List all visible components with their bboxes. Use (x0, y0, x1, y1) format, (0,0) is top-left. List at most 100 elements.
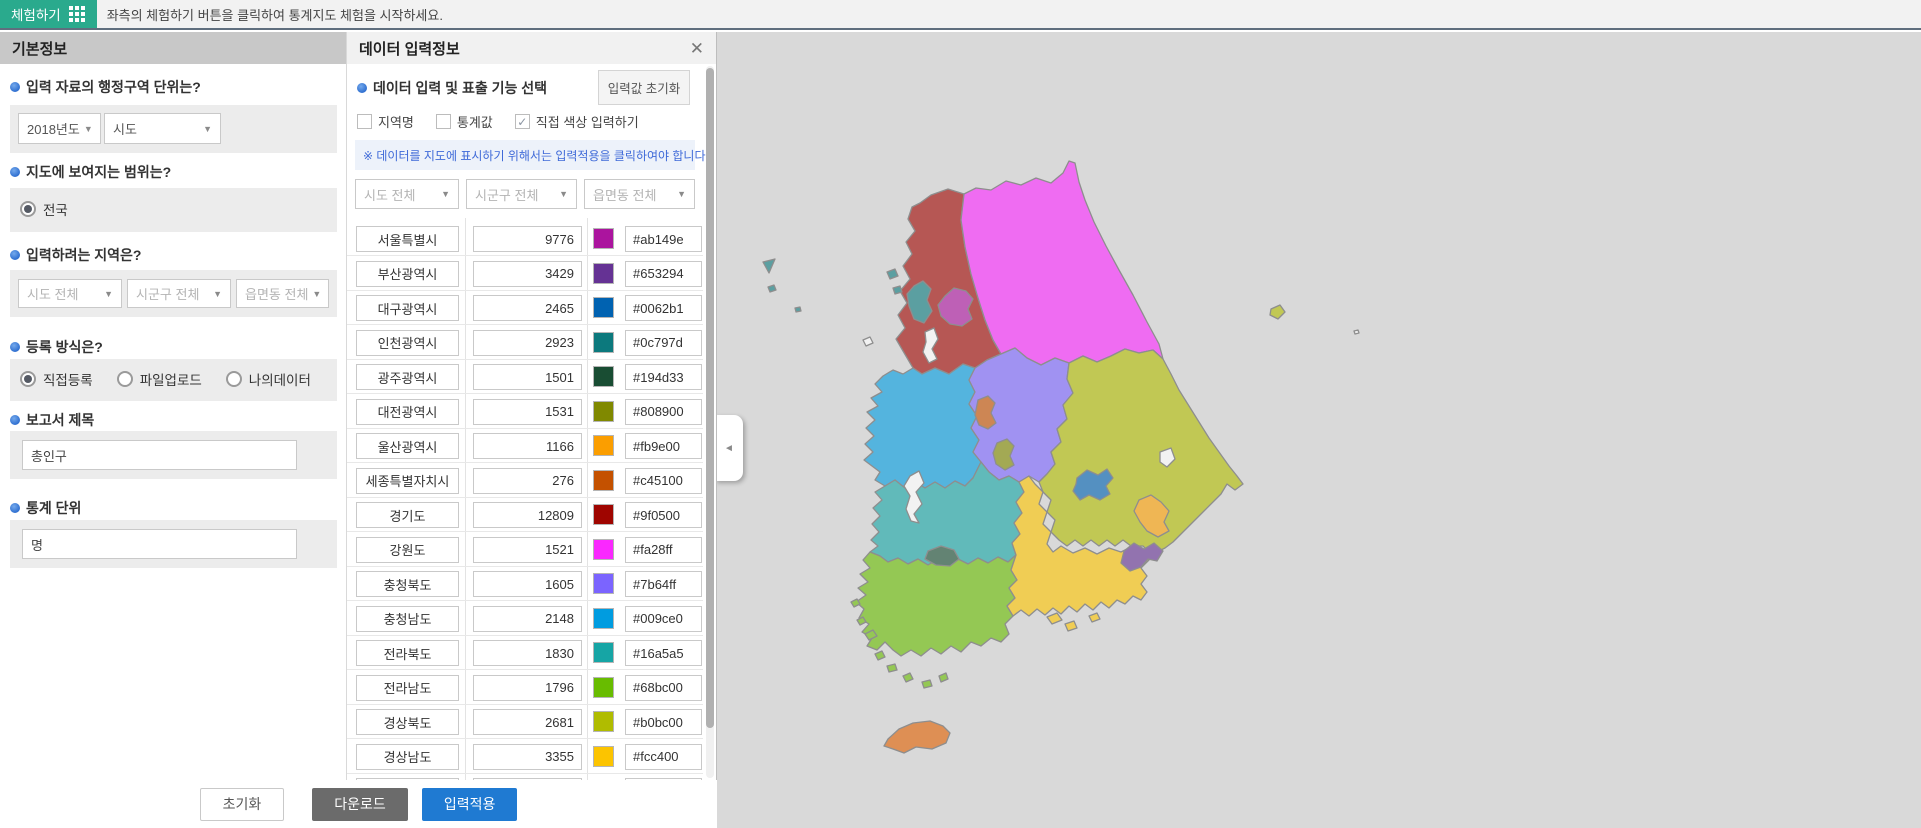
map-region-busan[interactable] (1121, 543, 1163, 571)
region-value-input[interactable]: 2148 (473, 606, 582, 632)
region-value-input[interactable]: 1166 (473, 433, 582, 459)
report-title-input[interactable]: 총인구 (22, 440, 297, 470)
color-hex-input[interactable]: #ab149e (625, 226, 702, 252)
filter-eupmyeondong-select[interactable]: 읍면동 전체▼ (584, 179, 695, 209)
region-value-input[interactable]: 1796 (473, 675, 582, 701)
region-name-input[interactable]: 경기도 (356, 502, 459, 528)
panel-scrollbar[interactable] (706, 66, 714, 778)
map-region-ulleungdo[interactable] (1270, 305, 1285, 319)
region-value-input[interactable]: 2465 (473, 295, 582, 321)
region-name-input[interactable]: 부산광역시 (356, 261, 459, 287)
apply-button[interactable]: 입력적용 (422, 788, 518, 821)
admin-level-select[interactable]: 시도▼ (104, 113, 221, 144)
color-hex-input[interactable]: #fcc400 (625, 744, 702, 770)
region-value-input[interactable]: 1531 (473, 399, 582, 425)
color-swatch[interactable] (593, 573, 614, 594)
radio-register-option[interactable]: 나의데이터 (226, 369, 311, 389)
region-value-input[interactable]: 3355 (473, 744, 582, 770)
region-name-input[interactable]: 울산광역시 (356, 433, 459, 459)
reset-button[interactable]: 초기화 (200, 788, 285, 821)
eupmyeondong-select[interactable]: 읍면동 전체▼ (236, 279, 329, 308)
map-region-incheon-island[interactable] (768, 285, 776, 292)
radio-nationwide[interactable]: 전국 (20, 199, 68, 219)
map-region-incheon-island[interactable] (795, 307, 801, 312)
region-value-input[interactable]: 3429 (473, 261, 582, 287)
color-hex-input[interactable]: #c45100 (625, 468, 702, 494)
map-region-gyeongnam-island[interactable] (1047, 613, 1062, 624)
region-name-input[interactable]: 경상남도 (356, 744, 459, 770)
map-region-jeonnam-island[interactable] (875, 651, 885, 660)
map-region-gangwon[interactable] (961, 161, 1163, 365)
color-hex-input[interactable]: #194d33 (625, 364, 702, 390)
map-region-chungnam[interactable] (864, 364, 981, 488)
filter-sido-select[interactable]: 시도 전체▼ (355, 179, 459, 209)
color-hex-input[interactable]: #68bc00 (625, 675, 702, 701)
color-swatch[interactable] (593, 504, 614, 525)
sido-select[interactable]: 시도 전체▼ (18, 279, 122, 308)
korea-map[interactable] (717, 32, 1921, 828)
color-hex-input[interactable]: #fb9e00 (625, 433, 702, 459)
region-value-input[interactable]: 1501 (473, 364, 582, 390)
radio-register-option[interactable]: 직접등록 (20, 369, 93, 389)
region-name-input[interactable]: 강원도 (356, 537, 459, 563)
region-name-input[interactable]: 대구광역시 (356, 295, 459, 321)
region-value-input[interactable]: 1605 (473, 571, 582, 597)
region-value-input[interactable]: 276 (473, 468, 582, 494)
color-swatch[interactable] (593, 711, 614, 732)
color-hex-input[interactable]: #fa28ff (625, 537, 702, 563)
region-name-input[interactable]: 세종특별자치시 (356, 468, 459, 494)
year-select[interactable]: 2018년도▼ (18, 113, 101, 144)
reset-inputs-button[interactable]: 입력값 초기화 (598, 70, 690, 105)
map-region-jeonnam-island[interactable] (939, 673, 948, 682)
map-region-dokdo[interactable] (1354, 330, 1359, 334)
color-swatch[interactable] (593, 401, 614, 422)
color-swatch[interactable] (593, 332, 614, 353)
map-region-jeonnam-island[interactable] (922, 680, 932, 688)
region-name-input[interactable]: 전라남도 (356, 675, 459, 701)
checkbox-unchecked[interactable]: ✓통계값 (436, 112, 493, 131)
filter-sigungu-select[interactable]: 시군구 전체▼ (466, 179, 577, 209)
map-region-jeonnam-island[interactable] (903, 673, 913, 682)
color-hex-input[interactable]: #16a5a5 (625, 640, 702, 666)
color-swatch[interactable] (593, 435, 614, 456)
panel-collapse-handle[interactable]: ◄ (717, 415, 743, 481)
region-name-input[interactable]: 충청북도 (356, 571, 459, 597)
map-region-jeonnam-island[interactable] (887, 664, 897, 672)
map-region-incheon-island[interactable] (893, 286, 902, 294)
map-region-nodata[interactable] (863, 337, 873, 346)
color-swatch[interactable] (593, 608, 614, 629)
color-swatch[interactable] (593, 642, 614, 663)
color-hex-input[interactable]: #7b64ff (625, 571, 702, 597)
try-button[interactable]: 체험하기 (0, 0, 97, 28)
color-hex-input[interactable]: #9f0500 (625, 502, 702, 528)
region-value-input[interactable]: 12809 (473, 502, 582, 528)
map-region-jeonnam[interactable] (856, 552, 1017, 656)
map-region-gyeongnam-island[interactable] (1089, 613, 1100, 622)
region-name-input[interactable]: 충청남도 (356, 606, 459, 632)
checkbox-checked[interactable]: ✓직접 색상 입력하기 (515, 112, 639, 131)
color-hex-input[interactable]: #b0bc00 (625, 709, 702, 735)
color-swatch[interactable] (593, 677, 614, 698)
stat-unit-input[interactable]: 명 (22, 529, 297, 559)
map-area[interactable]: ◄ (717, 32, 1921, 828)
color-hex-input[interactable]: #653294 (625, 261, 702, 287)
color-swatch[interactable] (593, 539, 614, 560)
map-region-incheon-island[interactable] (763, 259, 775, 273)
color-swatch[interactable] (593, 297, 614, 318)
download-button[interactable]: 다운로드 (312, 788, 408, 821)
map-region-gyeongnam-island[interactable] (1065, 621, 1077, 631)
grid-menu-icon[interactable] (69, 6, 85, 22)
region-name-input[interactable]: 인천광역시 (356, 330, 459, 356)
close-icon[interactable]: ✕ (690, 40, 704, 57)
color-swatch[interactable] (593, 470, 614, 491)
region-value-input[interactable]: 9776 (473, 226, 582, 252)
color-hex-input[interactable]: #0c797d (625, 330, 702, 356)
map-region-incheon-island[interactable] (887, 269, 898, 279)
color-swatch[interactable] (593, 746, 614, 767)
region-value-input[interactable]: 1521 (473, 537, 582, 563)
color-swatch[interactable] (593, 366, 614, 387)
color-swatch[interactable] (593, 228, 614, 249)
region-name-input[interactable]: 광주광역시 (356, 364, 459, 390)
region-value-input[interactable]: 2923 (473, 330, 582, 356)
scrollbar-thumb[interactable] (706, 68, 714, 728)
